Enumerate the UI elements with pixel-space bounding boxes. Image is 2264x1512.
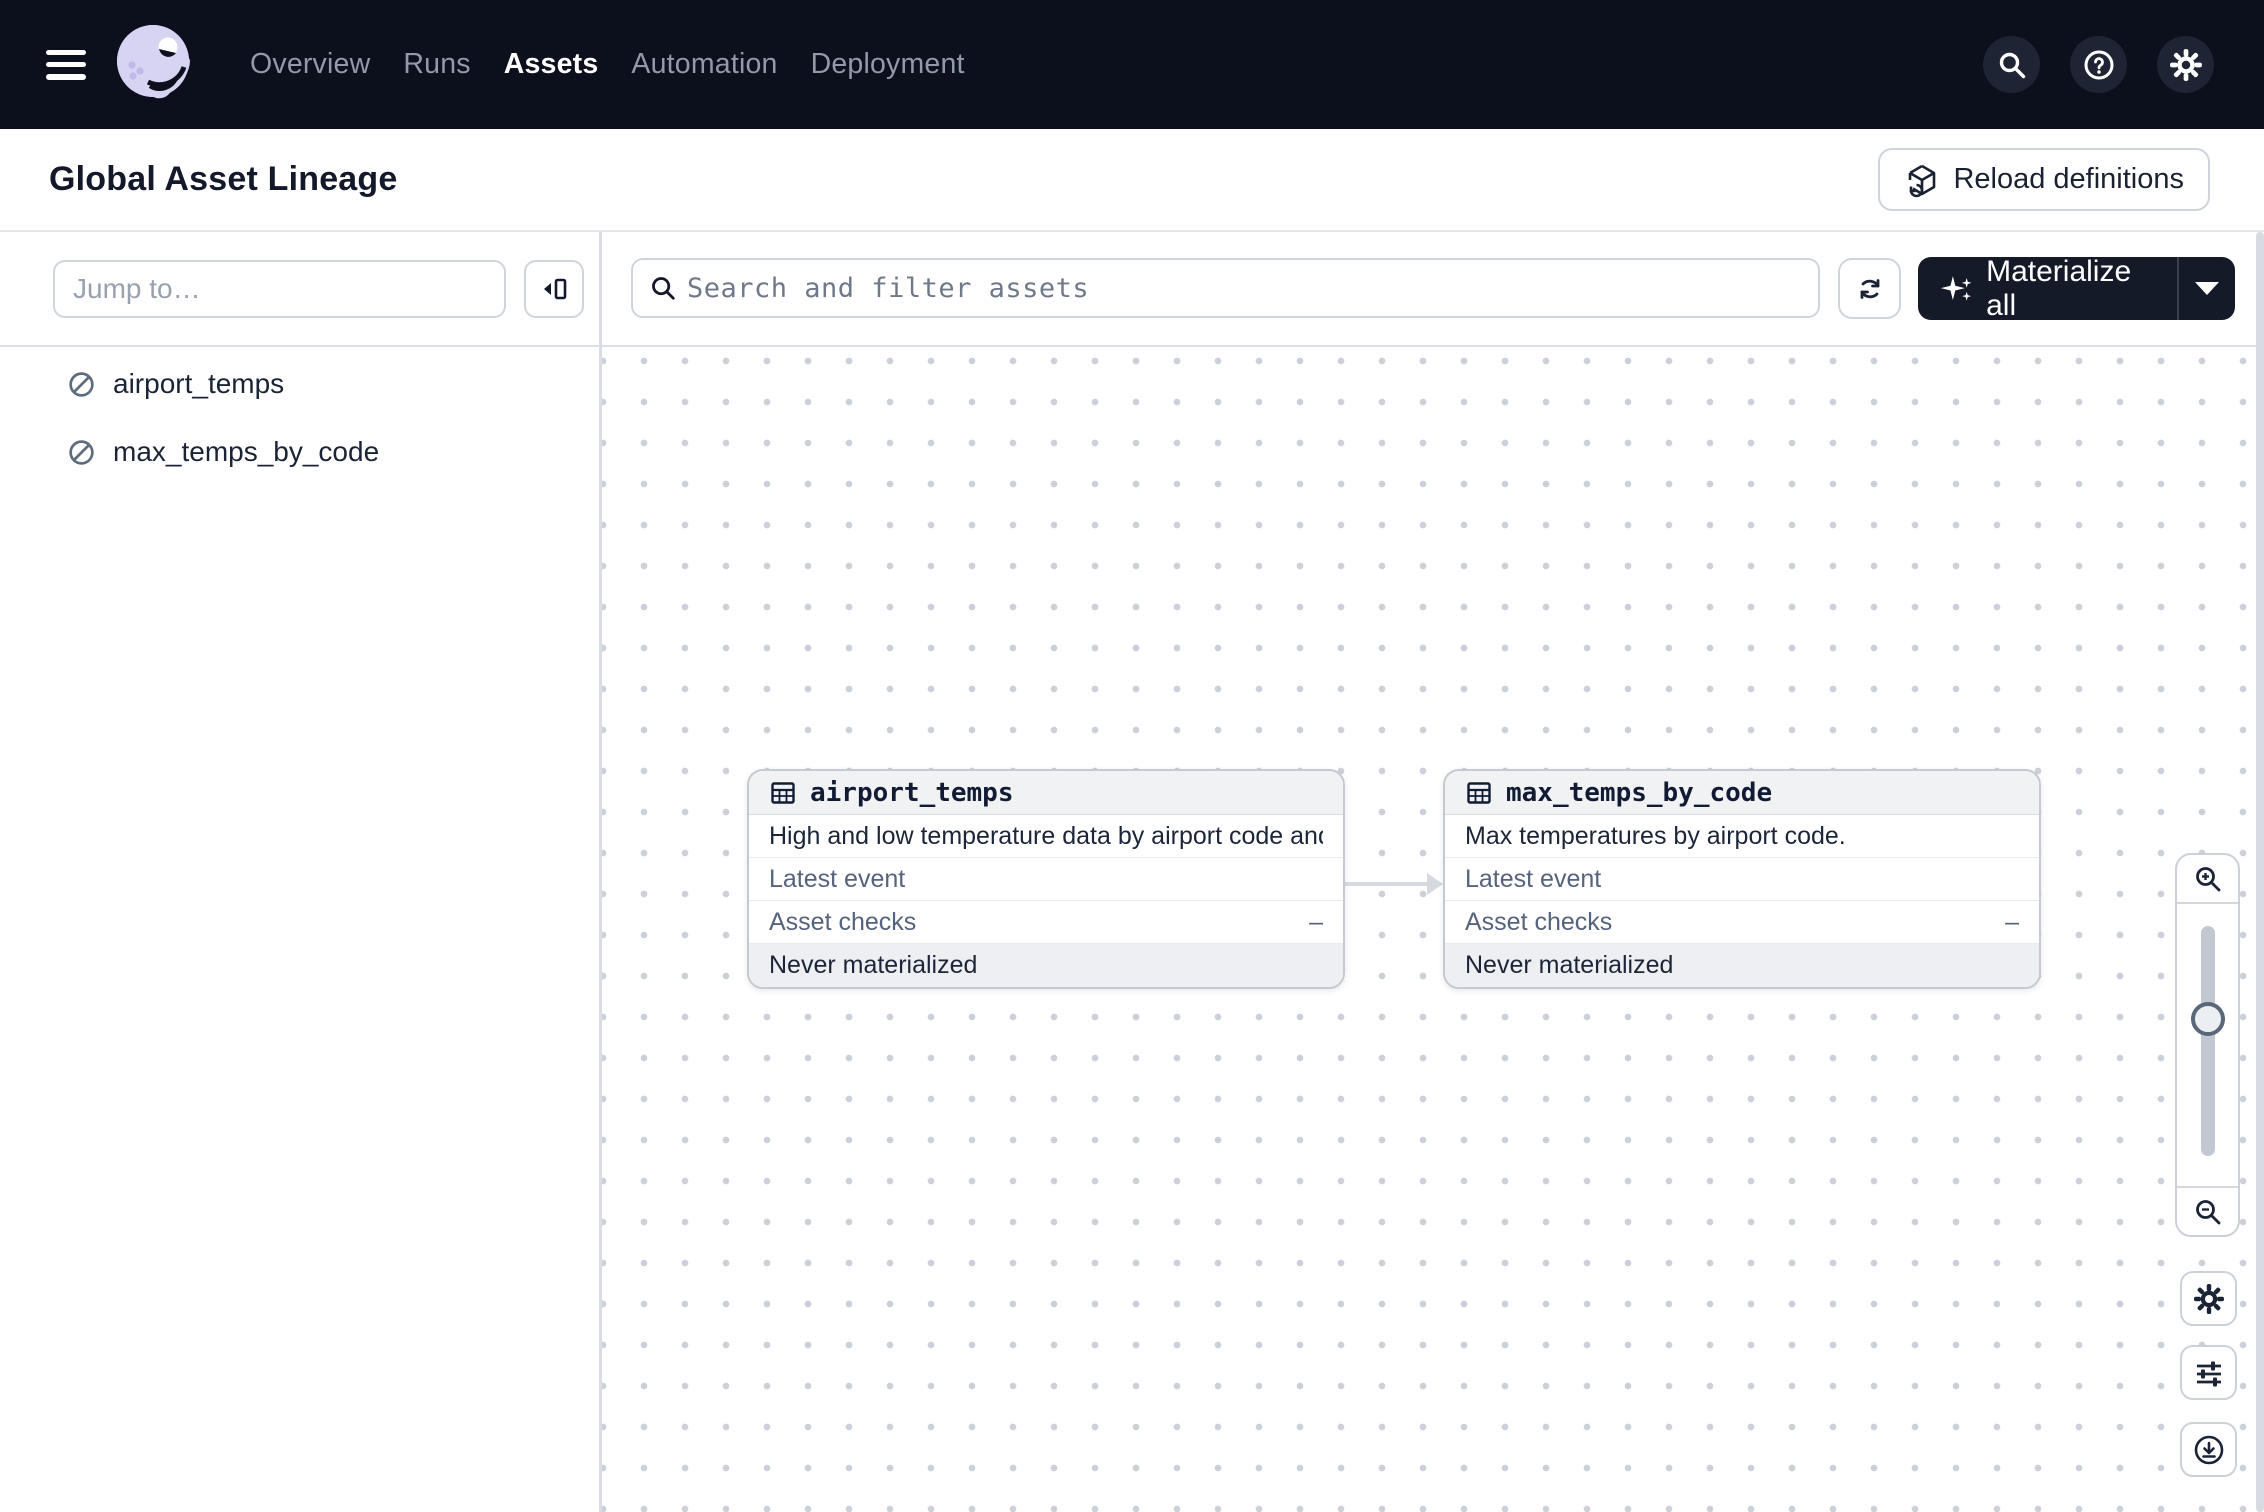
- zoom-control-panel: [2175, 853, 2240, 1237]
- asset-checks-value: –: [2005, 908, 2019, 937]
- materialize-all-button[interactable]: Materialize all: [1918, 257, 2235, 320]
- caret-down-icon: [2195, 282, 2219, 295]
- no-materialization-icon: [66, 369, 97, 400]
- canvas-filters-button[interactable]: [2180, 1345, 2237, 1400]
- asset-checks-value: –: [1309, 908, 1323, 937]
- zoom-slider-track[interactable]: [2201, 926, 2215, 1156]
- asset-name: airport_temps: [113, 368, 284, 400]
- hamburger-menu-icon[interactable]: [46, 50, 86, 80]
- sidebar-item-airport-temps[interactable]: airport_temps: [0, 353, 599, 415]
- download-icon: [2192, 1433, 2226, 1467]
- sidebar-item-max-temps-by-code[interactable]: max_temps_by_code: [0, 421, 599, 483]
- primary-nav: Overview Runs Assets Automation Deployme…: [250, 48, 965, 81]
- materialize-dropdown-button[interactable]: [2177, 257, 2235, 320]
- canvas-settings-button[interactable]: [2180, 1271, 2237, 1326]
- search-icon: [1997, 50, 2027, 80]
- materialize-all-label: Materialize all: [1986, 255, 2155, 323]
- asset-node-header: airport_temps: [749, 771, 1343, 815]
- sidebar-asset-list: airport_temps max_temps_by_code: [0, 347, 599, 483]
- asset-description: Max temperatures by airport code.: [1465, 822, 1846, 851]
- gear-icon: [2193, 1283, 2225, 1315]
- search-button[interactable]: [1983, 36, 2040, 93]
- zoom-in-button[interactable]: [2177, 855, 2238, 904]
- nav-link-runs[interactable]: Runs: [403, 48, 470, 81]
- zoom-out-icon: [2193, 1197, 2223, 1227]
- reload-definitions-button[interactable]: Reload definitions: [1878, 148, 2210, 211]
- collapse-panel-icon: [538, 273, 570, 305]
- nav-link-deployment[interactable]: Deployment: [811, 48, 965, 81]
- jump-to-input[interactable]: [53, 260, 506, 318]
- zoom-out-button[interactable]: [2177, 1186, 2238, 1235]
- asset-node-header: max_temps_by_code: [1445, 771, 2039, 815]
- refresh-cycle-icon: [1854, 273, 1886, 305]
- search-icon: [649, 274, 677, 302]
- refresh-button[interactable]: [1838, 258, 1901, 319]
- help-icon: [2083, 49, 2115, 81]
- zoom-in-icon: [2193, 864, 2223, 894]
- asset-checks-label: Asset checks: [1465, 908, 1612, 937]
- sparkles-icon: [1940, 271, 1973, 307]
- toolbar-row: Materialize all: [0, 232, 2264, 347]
- asset-search-input[interactable]: [687, 273, 1802, 304]
- no-materialization-icon: [66, 437, 97, 468]
- dagster-logo-icon[interactable]: [106, 13, 206, 117]
- help-button[interactable]: [2070, 36, 2127, 93]
- asset-description: High and low temperature data by airport…: [769, 822, 1323, 851]
- page-title: Global Asset Lineage: [49, 160, 398, 199]
- table-icon: [769, 779, 797, 807]
- navbar-actions: [1983, 36, 2214, 93]
- reload-definitions-label: Reload definitions: [1953, 163, 2184, 196]
- materialize-all-main[interactable]: Materialize all: [1918, 257, 2177, 320]
- gear-icon: [2169, 48, 2203, 82]
- filters-icon: [2193, 1357, 2225, 1389]
- nav-link-assets[interactable]: Assets: [504, 48, 599, 81]
- table-icon: [1465, 779, 1493, 807]
- asset-search-box: [631, 258, 1820, 318]
- materialization-status: Never materialized: [749, 944, 1343, 987]
- reload-code-location-icon: [1904, 162, 1940, 198]
- vertical-scrollbar[interactable]: [2256, 232, 2264, 1512]
- asset-node-max-temps-by-code[interactable]: max_temps_by_code Max temperatures by ai…: [1443, 769, 2041, 989]
- asset-node-title: max_temps_by_code: [1506, 778, 1772, 808]
- lineage-edge-arrow: [1345, 882, 1427, 886]
- canvas-download-button[interactable]: [2180, 1422, 2237, 1477]
- asset-node-title: airport_temps: [810, 778, 1014, 808]
- nav-link-overview[interactable]: Overview: [250, 48, 370, 81]
- zoom-slider-thumb[interactable]: [2191, 1002, 2225, 1036]
- settings-button[interactable]: [2157, 36, 2214, 93]
- nav-link-automation[interactable]: Automation: [631, 48, 777, 81]
- zoom-slider[interactable]: [2177, 904, 2238, 1186]
- latest-event-label: Latest event: [769, 865, 905, 894]
- asset-checks-label: Asset checks: [769, 908, 916, 937]
- asset-node-airport-temps[interactable]: airport_temps High and low temperature d…: [747, 769, 1345, 989]
- latest-event-label: Latest event: [1465, 865, 1601, 894]
- page-header: Global Asset Lineage Reload definitions: [0, 129, 2264, 232]
- top-navbar: Overview Runs Assets Automation Deployme…: [0, 0, 2264, 129]
- asset-name: max_temps_by_code: [113, 436, 379, 468]
- materialization-status: Never materialized: [1445, 944, 2039, 987]
- collapse-sidebar-button[interactable]: [524, 260, 584, 318]
